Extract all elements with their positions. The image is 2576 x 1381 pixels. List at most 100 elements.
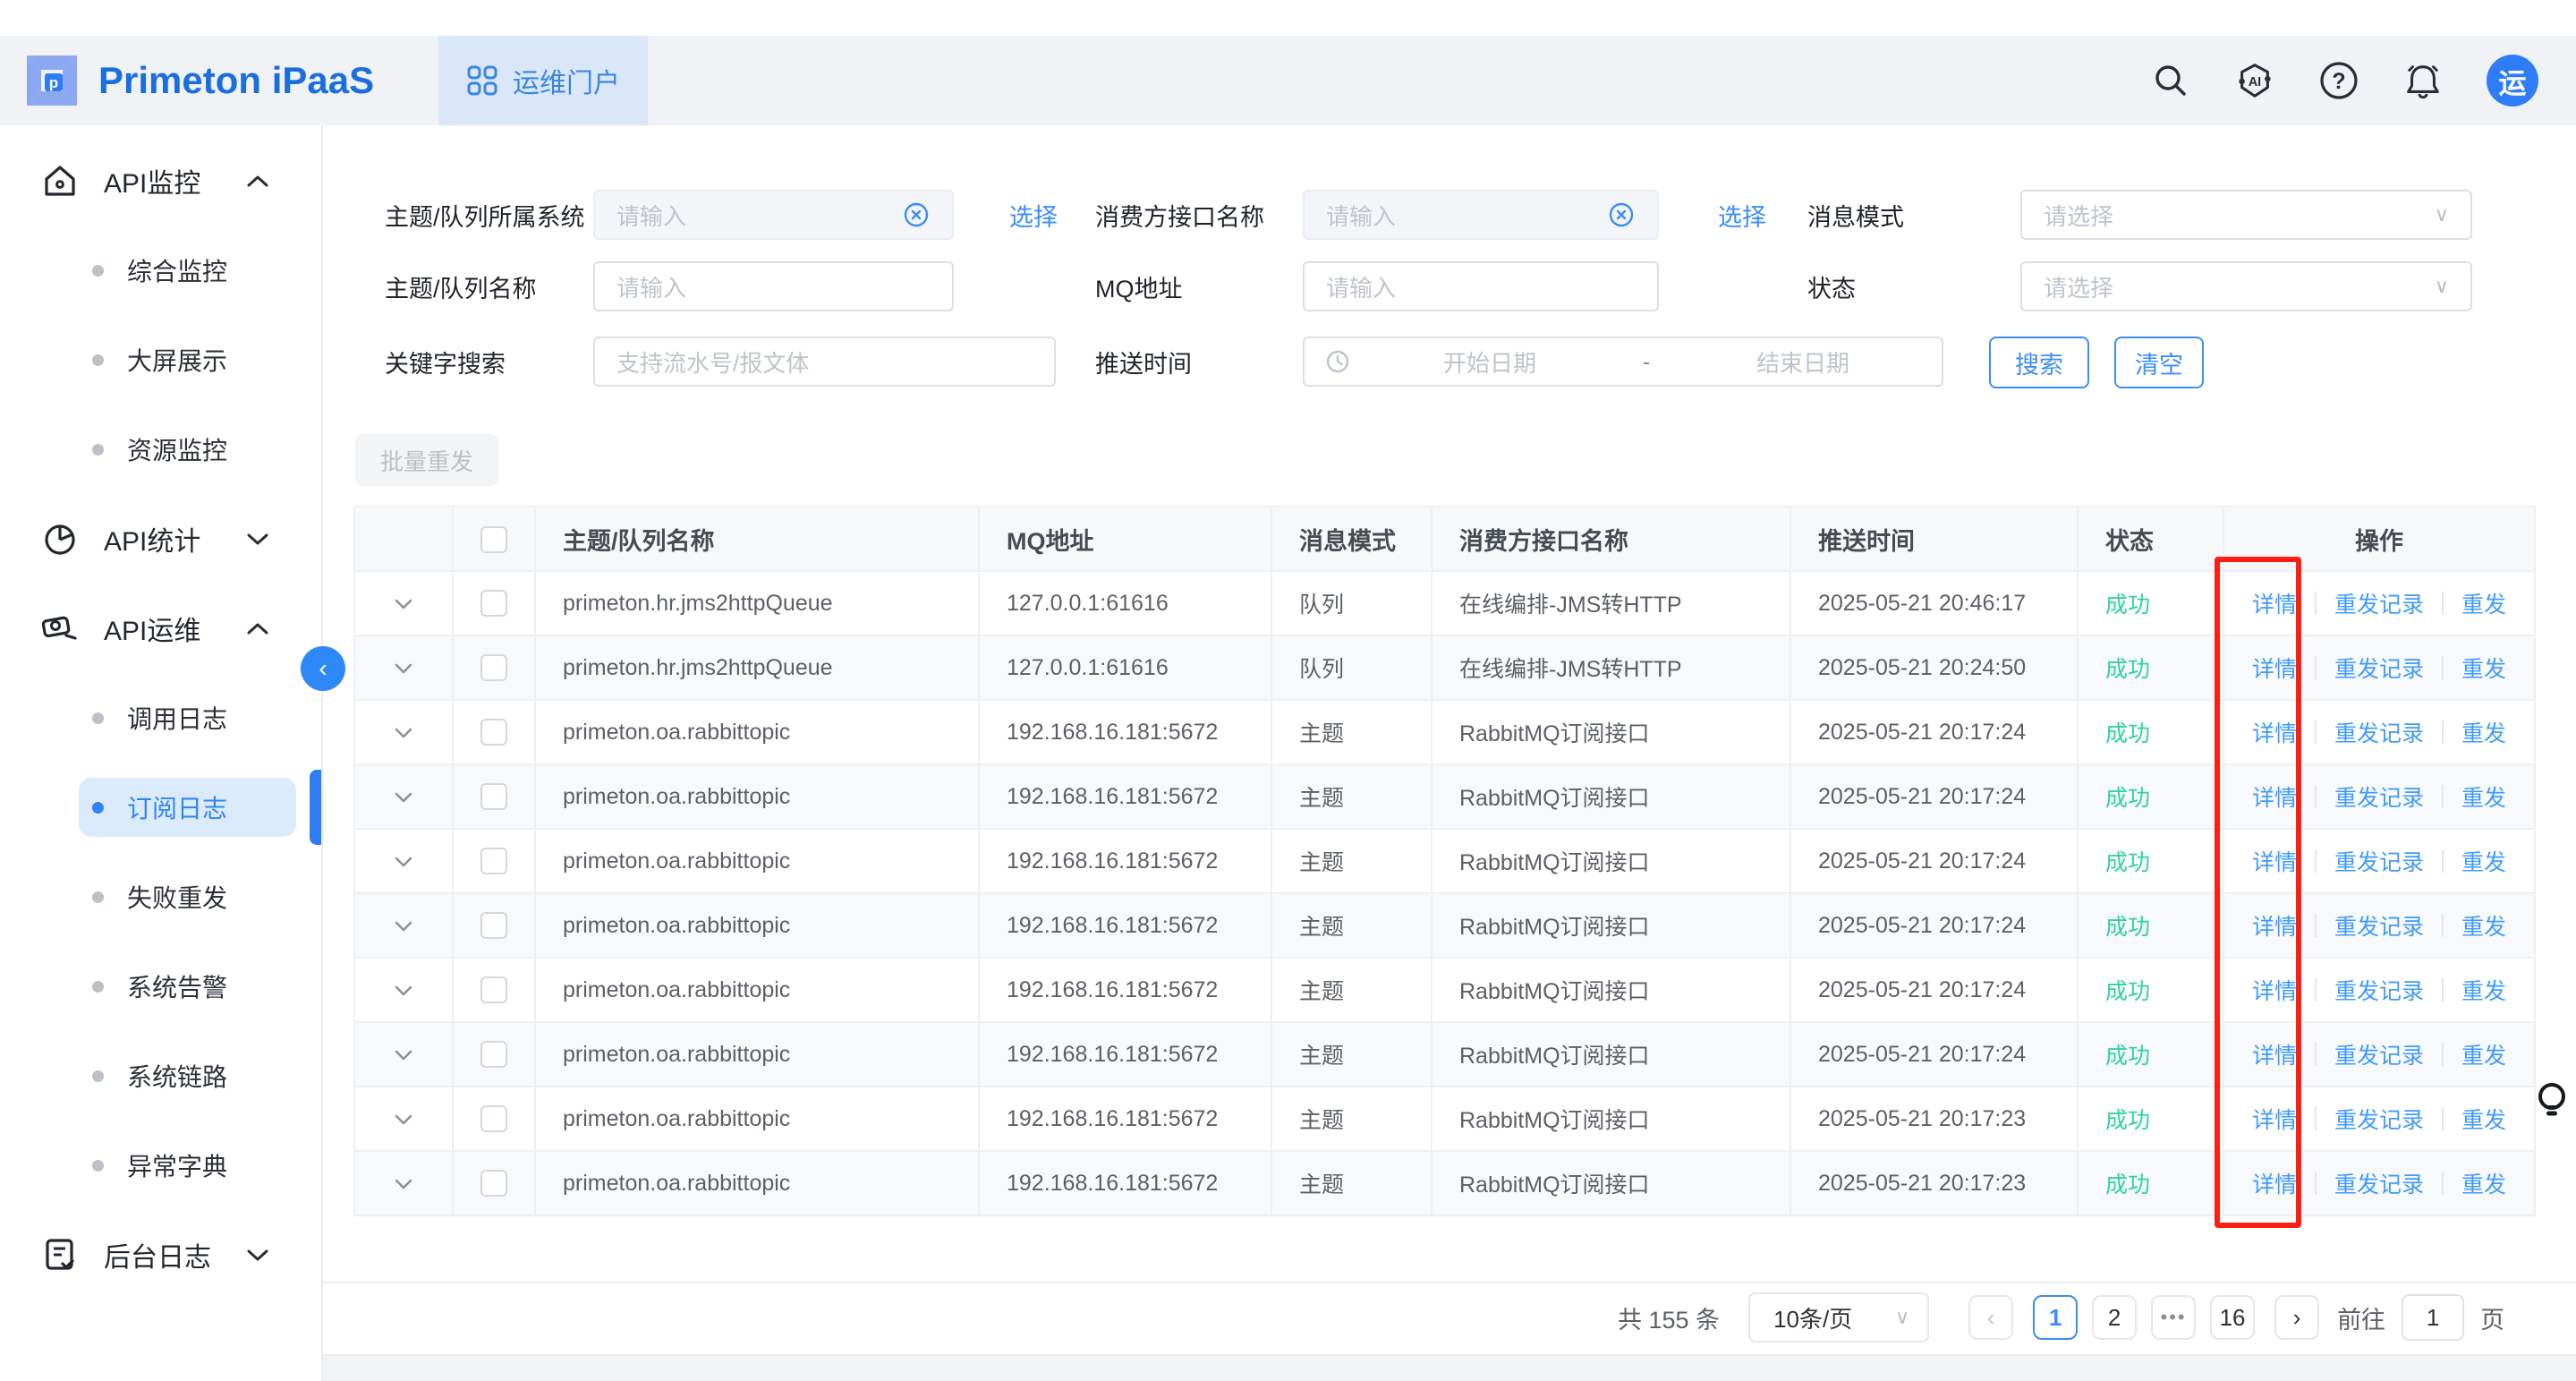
chevron-down-icon: ∨ [1895,1306,1909,1329]
sidebar-item-资源监控[interactable]: 资源监控 [0,405,321,494]
resend-link[interactable]: 重发 [2444,587,2524,619]
expand-chevron-icon[interactable] [394,920,413,933]
prev-page-button[interactable]: ‹ [1968,1295,2013,1340]
row-checkbox[interactable] [480,654,507,681]
push-time-range-picker[interactable]: 开始日期 - 结束日期 [1303,337,1943,387]
status-select[interactable]: 请选择 ∨ [2020,261,2472,311]
resend-link[interactable]: 重发 [2444,845,2524,877]
consumer-input[interactable]: 请输入 [1303,190,1659,240]
resend-record-link[interactable]: 重发记录 [2317,587,2442,619]
clear-icon[interactable] [902,200,931,229]
keyword-input[interactable]: 支持流水号/报文体 [593,337,1056,387]
expand-chevron-icon[interactable] [394,1049,413,1061]
resend-link[interactable]: 重发 [2444,1038,2524,1070]
resend-link[interactable]: 重发 [2444,1103,2524,1135]
sidebar-group-API监控[interactable]: API监控 [0,136,321,226]
page-ellipsis[interactable]: ••• [2151,1295,2196,1340]
row-checkbox[interactable] [480,590,507,617]
row-checkbox[interactable] [480,976,507,1003]
sidebar-item-综合监控[interactable]: 综合监控 [0,226,321,315]
sidebar-group-API运维[interactable]: API运维 [0,584,321,673]
row-checkbox[interactable] [480,912,507,939]
sidebar-item-系统链路[interactable]: 系统链路 [0,1031,321,1121]
sidebar-item-调用日志[interactable]: 调用日志 [0,673,321,763]
chevron-up-icon [246,174,269,188]
resend-record-link[interactable]: 重发记录 [2317,845,2442,877]
detail-link[interactable]: 详情 [2234,845,2315,877]
goto-page-input[interactable]: 1 [2402,1294,2464,1341]
expand-chevron-icon[interactable] [394,727,413,739]
resend-record-link[interactable]: 重发记录 [2317,716,2442,748]
detail-link[interactable]: 详情 [2234,587,2315,619]
page-button-1[interactable]: 1 [2033,1295,2078,1340]
row-checkbox[interactable] [480,719,507,746]
select-all-checkbox[interactable] [480,526,507,553]
expand-chevron-icon[interactable] [394,985,413,997]
end-date-placeholder[interactable]: 结束日期 [1664,345,1942,379]
message-mode-select[interactable]: 请选择 ∨ [2020,190,2472,240]
detail-link[interactable]: 详情 [2234,652,2315,684]
detail-link[interactable]: 详情 [2234,974,2315,1006]
expand-chevron-icon[interactable] [394,1113,413,1126]
tab-ops-portal[interactable]: 运维门户 [438,36,648,125]
sidebar-item-系统告警[interactable]: 系统告警 [0,942,321,1031]
queue-name-input[interactable]: 请输入 [593,261,954,311]
clear-button[interactable]: 清空 [2114,337,2204,388]
resend-record-link[interactable]: 重发记录 [2317,652,2442,684]
resend-record-link[interactable]: 重发记录 [2317,909,2442,942]
batch-resend-button[interactable]: 批量重发 [355,434,498,486]
page-size-select[interactable]: 10条/页 ∨ [1748,1292,1929,1343]
expand-chevron-icon[interactable] [394,662,413,675]
cell-queue-name: primeton.oa.rabbittopic [535,893,979,958]
resend-link[interactable]: 重发 [2444,780,2524,813]
lightbulb-icon[interactable] [2533,1081,2571,1129]
system-input[interactable]: 请输入 [593,190,954,240]
resend-record-link[interactable]: 重发记录 [2317,1167,2442,1199]
row-checkbox[interactable] [480,1170,507,1197]
detail-link[interactable]: 详情 [2234,716,2315,748]
detail-link[interactable]: 详情 [2234,909,2315,942]
row-checkbox[interactable] [480,1041,507,1068]
resend-link[interactable]: 重发 [2444,909,2524,942]
resend-record-link[interactable]: 重发记录 [2317,974,2442,1006]
expand-chevron-icon[interactable] [394,856,413,868]
mq-address-input[interactable]: 请输入 [1303,261,1659,311]
row-checkbox[interactable] [480,1105,507,1132]
sidebar-item-失败重发[interactable]: 失败重发 [0,852,321,942]
system-select-link[interactable]: 选择 [1009,190,1058,240]
clear-icon[interactable] [1607,200,1636,229]
resend-record-link[interactable]: 重发记录 [2317,780,2442,813]
help-icon[interactable]: ? [2318,60,2359,101]
expand-chevron-icon[interactable] [394,598,413,610]
sidebar-item-订阅日志[interactable]: 订阅日志 [0,763,321,852]
page-button-16[interactable]: 16 [2210,1295,2255,1340]
ai-assistant-icon[interactable]: AI [2234,60,2275,101]
start-date-placeholder[interactable]: 开始日期 [1351,345,1628,379]
sidebar-item-异常字典[interactable]: 异常字典 [0,1121,321,1210]
consumer-select-link[interactable]: 选择 [1718,190,1766,240]
search-icon[interactable] [2150,60,2191,101]
row-checkbox[interactable] [480,848,507,874]
resend-link[interactable]: 重发 [2444,974,2524,1006]
detail-link[interactable]: 详情 [2234,1167,2315,1199]
search-button[interactable]: 搜索 [1989,337,2089,388]
row-checkbox[interactable] [480,783,507,810]
next-page-button[interactable]: › [2274,1295,2319,1340]
sidebar-item-大屏展示[interactable]: 大屏展示 [0,315,321,405]
sidebar-group-API统计[interactable]: API统计 [0,494,321,584]
resend-link[interactable]: 重发 [2444,716,2524,748]
resend-link[interactable]: 重发 [2444,1167,2524,1199]
page-button-2[interactable]: 2 [2092,1295,2137,1340]
resend-record-link[interactable]: 重发记录 [2317,1038,2442,1070]
resend-record-link[interactable]: 重发记录 [2317,1103,2442,1135]
detail-link[interactable]: 详情 [2234,1038,2315,1070]
detail-link[interactable]: 详情 [2234,1103,2315,1135]
sidebar-collapse-button[interactable]: ‹ [301,646,345,691]
user-avatar[interactable]: 运 [2487,55,2538,107]
expand-chevron-icon[interactable] [394,791,413,804]
bell-icon[interactable] [2402,60,2444,101]
detail-link[interactable]: 详情 [2234,780,2315,813]
sidebar-group-后台日志[interactable]: 后台日志 [0,1210,321,1300]
expand-chevron-icon[interactable] [394,1178,413,1190]
resend-link[interactable]: 重发 [2444,652,2524,684]
